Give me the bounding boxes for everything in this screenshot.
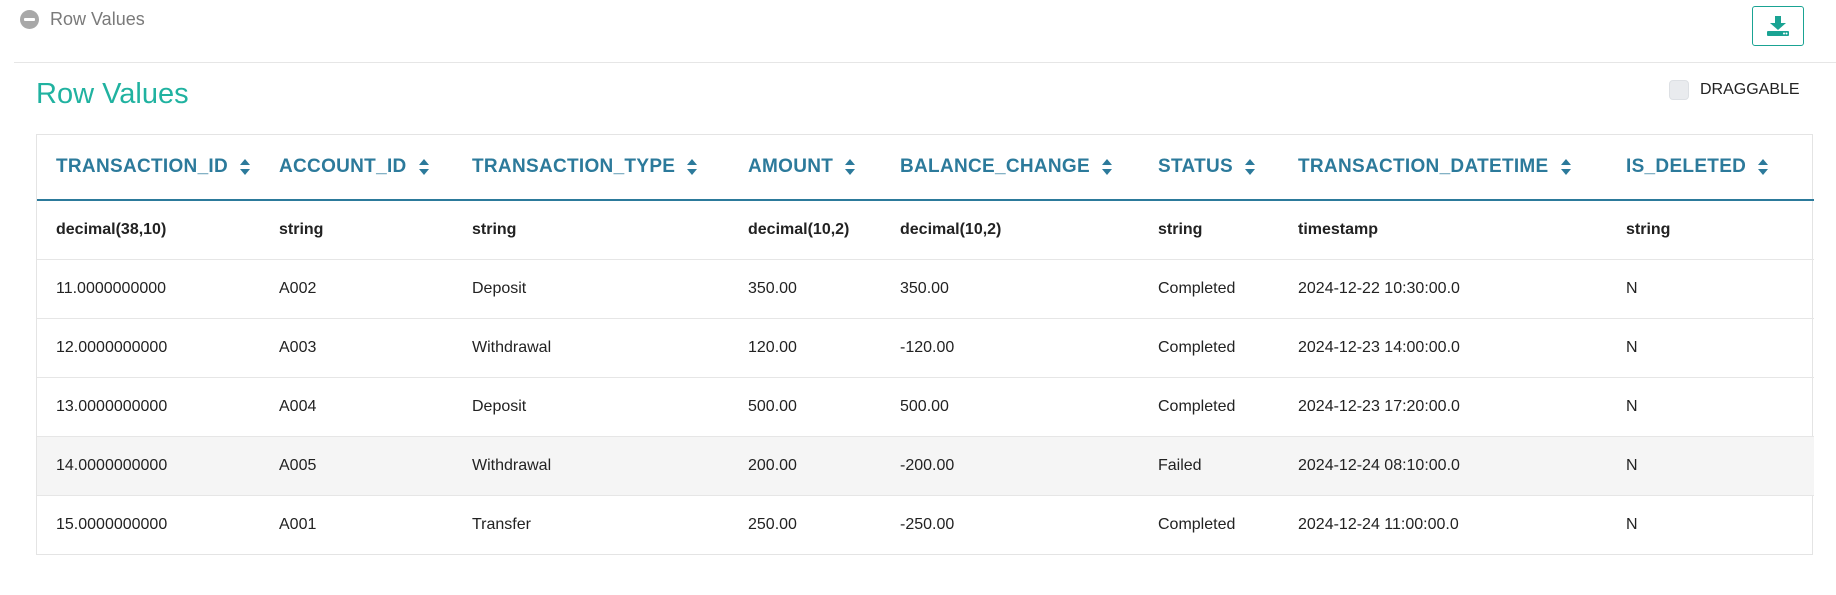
download-button[interactable] [1752, 6, 1804, 46]
column-type-cell: decimal(10,2) [748, 200, 900, 260]
column-header-label[interactable]: ACCOUNT_ID [279, 156, 407, 178]
table-cell: Failed [1158, 436, 1298, 496]
table-cell: 2024-12-22 10:30:00.0 [1298, 259, 1626, 319]
column-header[interactable]: STATUS [1158, 135, 1298, 201]
collapse-toggle[interactable]: Row Values [20, 9, 145, 30]
table-row: 15.0000000000 A001 Transfer 250.00 -250.… [37, 496, 1814, 555]
table-cell: 15.0000000000 [56, 516, 168, 533]
table-cell: N [1626, 377, 1814, 437]
draggable-checkbox[interactable] [1669, 80, 1689, 100]
table-cell: N [1626, 318, 1814, 378]
table-cell: Completed [1158, 259, 1298, 319]
table-cell: 2024-12-23 17:20:00.0 [1298, 377, 1626, 437]
sort-icon[interactable] [239, 158, 251, 176]
table-cell: Deposit [472, 259, 748, 319]
table-cell: 350.00 [748, 259, 900, 319]
table-cell: N [1626, 259, 1814, 319]
table-cell: -250.00 [900, 516, 955, 533]
panel-title: Row Values [36, 78, 189, 110]
table-cell: 11.0000000000 [37, 259, 279, 319]
table-cell: Transfer [472, 516, 531, 533]
column-type-cell: decimal(38,10) [37, 200, 279, 260]
sort-icon[interactable] [686, 158, 698, 176]
table-cell: 350.00 [900, 259, 1158, 319]
table-cell: A001 [279, 516, 317, 533]
column-header[interactable]: TRANSACTION_ID [37, 135, 279, 201]
table-row: 14.0000000000 A005 Withdrawal 200.00 -20… [37, 436, 1814, 496]
column-header-label[interactable]: BALANCE_CHANGE [900, 156, 1090, 178]
table-cell: 14.0000000000 [37, 436, 279, 496]
draggable-label[interactable]: DRAGGABLE [1700, 81, 1800, 99]
sort-icon[interactable] [1101, 158, 1113, 176]
download-icon [1767, 16, 1789, 36]
column-type-row: decimal(38,10) string string decimal(10,… [37, 200, 1814, 260]
column-header[interactable]: IS_DELETED [1626, 135, 1814, 201]
table-cell: -200.00 [900, 436, 1158, 496]
column-type-cell: timestamp [1298, 200, 1626, 260]
column-type-cell: string [279, 200, 472, 260]
table-cell: N [1626, 436, 1814, 496]
column-header[interactable]: AMOUNT [748, 135, 900, 201]
table-cell: 2024-12-23 14:00:00.0 [1298, 318, 1626, 378]
table-cell: 13.0000000000 [37, 377, 279, 437]
sort-icon[interactable] [844, 158, 856, 176]
table-cell: Withdrawal [472, 436, 748, 496]
table-cell: Completed [1158, 377, 1298, 437]
panel-header-bar: Row Values [14, 0, 1836, 63]
column-header[interactable]: TRANSACTION_DATETIME [1298, 135, 1626, 201]
table-cell: A004 [279, 377, 472, 437]
table-cell: Completed [1158, 318, 1298, 378]
table-cell: 250.00 [748, 516, 797, 533]
column-type-cell: string [472, 200, 748, 260]
table-header-row: TRANSACTION_ID ACCOUNT_ID TRANSACTION_TY… [37, 135, 1814, 201]
column-header-label[interactable]: IS_DELETED [1626, 156, 1746, 178]
table-cell: 12.0000000000 [37, 318, 279, 378]
table-cell: 120.00 [748, 318, 900, 378]
sort-icon[interactable] [1244, 158, 1256, 176]
sort-icon[interactable] [1757, 158, 1769, 176]
table-cell: -120.00 [900, 318, 1158, 378]
table-cell: A002 [279, 259, 472, 319]
collapse-label[interactable]: Row Values [50, 9, 145, 30]
table-cell: 200.00 [748, 436, 900, 496]
sort-icon[interactable] [418, 158, 430, 176]
table-cell: 500.00 [748, 377, 900, 437]
row-values-table: TRANSACTION_ID ACCOUNT_ID TRANSACTION_TY… [36, 134, 1814, 555]
column-header-label[interactable]: TRANSACTION_TYPE [472, 156, 675, 178]
table-cell: Completed [1158, 516, 1236, 533]
column-type-cell: string [1158, 200, 1298, 260]
column-header-label[interactable]: TRANSACTION_DATETIME [1298, 156, 1549, 178]
table-cell: A005 [279, 436, 472, 496]
column-type-cell: decimal(10,2) [900, 200, 1158, 260]
draggable-toggle[interactable]: DRAGGABLE [1669, 80, 1800, 100]
sort-icon[interactable] [1560, 158, 1572, 176]
table-row: 12.0000000000 A003 Withdrawal 120.00 -12… [37, 318, 1814, 378]
minus-circle-icon[interactable] [20, 10, 39, 29]
column-header-label[interactable]: AMOUNT [748, 156, 833, 178]
table-row: 11.0000000000 A002 Deposit 350.00 350.00… [37, 259, 1814, 319]
column-header[interactable]: BALANCE_CHANGE [900, 135, 1158, 201]
table-row: 13.0000000000 A004 Deposit 500.00 500.00… [37, 377, 1814, 437]
table-cell: A003 [279, 318, 472, 378]
table-cell: 2024-12-24 08:10:00.0 [1298, 436, 1626, 496]
table-cell: 500.00 [900, 377, 1158, 437]
table-cell: Deposit [472, 377, 748, 437]
table-cell: N [1626, 516, 1638, 533]
table-cell: 2024-12-24 11:00:00.0 [1298, 516, 1459, 533]
column-header-label[interactable]: TRANSACTION_ID [56, 156, 228, 178]
table-cell: Withdrawal [472, 318, 748, 378]
column-header[interactable]: TRANSACTION_TYPE [472, 135, 748, 201]
column-header-label[interactable]: STATUS [1158, 156, 1233, 178]
column-type-cell: string [1626, 200, 1814, 260]
column-header[interactable]: ACCOUNT_ID [279, 135, 472, 201]
